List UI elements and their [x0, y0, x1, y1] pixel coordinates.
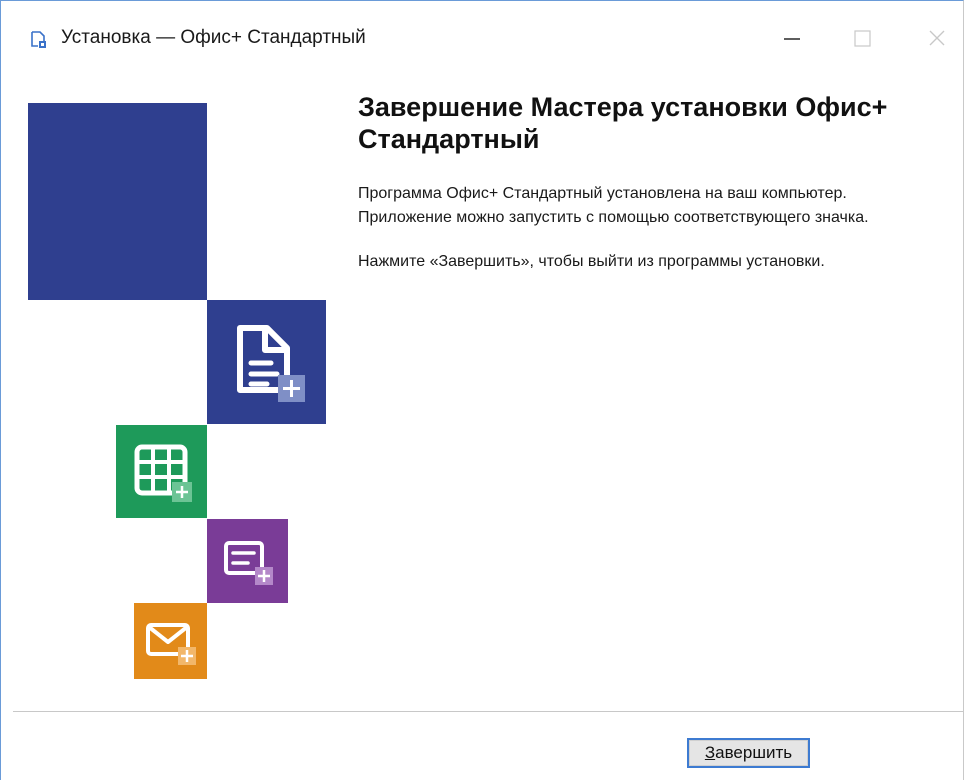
presentation-add-icon	[224, 541, 273, 585]
title-bar[interactable]: Установка — Офис+ Стандартный	[1, 1, 963, 77]
doc-add-tile	[207, 300, 326, 424]
close-button[interactable]	[913, 21, 959, 57]
spreadsheet-add-tile	[116, 425, 207, 518]
presentation-add-tile	[207, 519, 288, 603]
install-success-text: Программа Офис+ Стандартный установлена …	[358, 185, 847, 202]
launch-hint-text: Приложение можно запустить с помощью соо…	[358, 209, 869, 226]
minimize-icon	[784, 38, 800, 40]
finish-button[interactable]: Завершить	[687, 738, 810, 768]
installer-window: Установка — Офис+ Стандартный Завершение…	[0, 0, 964, 780]
finish-button-label: авершить	[715, 743, 793, 762]
finish-instruction-text: Нажмите «Завершить», чтобы выйти из прог…	[358, 253, 825, 270]
maximize-button[interactable]	[839, 21, 885, 57]
doc-add-icon	[237, 325, 305, 402]
minimize-button[interactable]	[769, 21, 815, 57]
maximize-icon	[854, 30, 871, 47]
installer-app-icon	[29, 30, 49, 50]
page-title: Завершение Мастера установки Офис+ Станд…	[358, 92, 888, 154]
mail-add-tile	[134, 603, 207, 679]
spreadsheet-add-icon	[134, 444, 192, 502]
window-title: Установка — Офис+ Стандартный	[61, 27, 366, 48]
brand-block	[28, 103, 207, 300]
close-icon	[929, 30, 945, 46]
mail-add-icon	[146, 623, 196, 665]
finish-accelerator: З	[704, 743, 716, 762]
footer-divider	[13, 711, 963, 712]
